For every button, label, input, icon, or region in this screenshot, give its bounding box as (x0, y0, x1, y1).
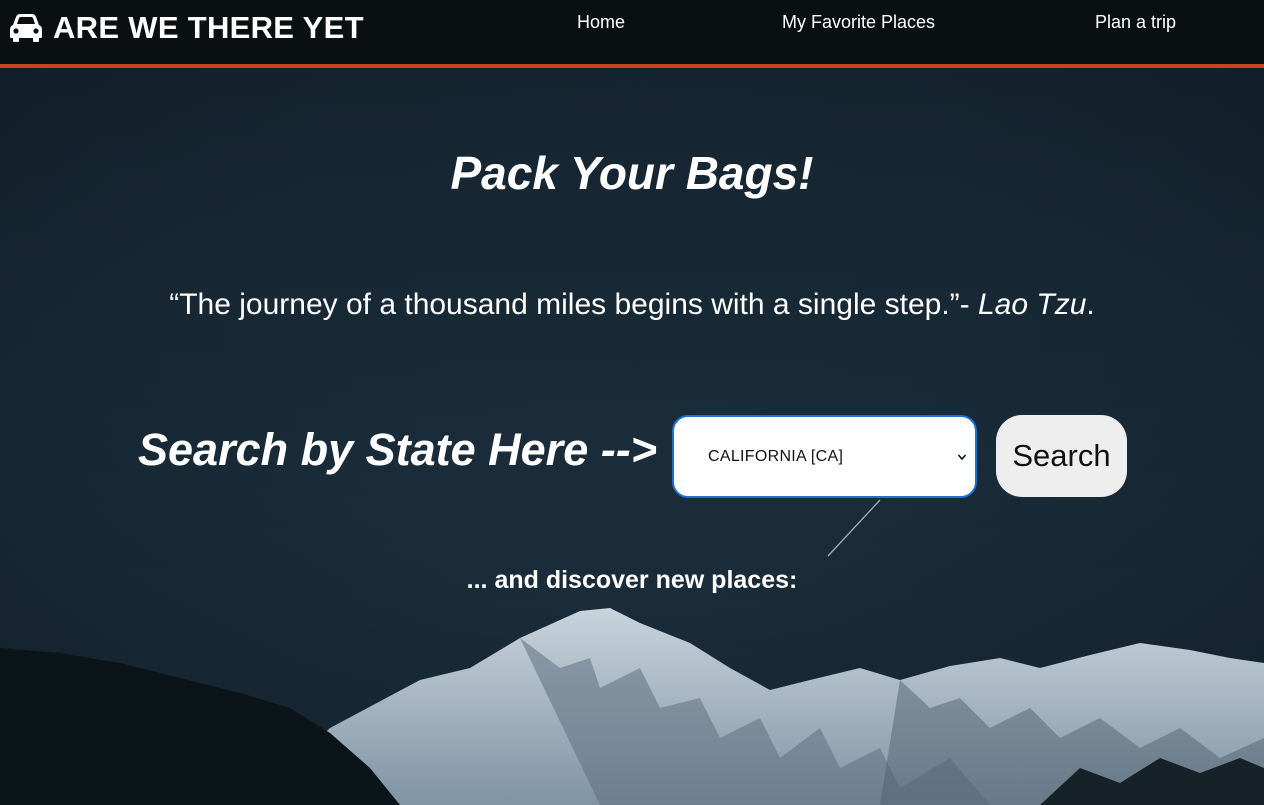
brand-link[interactable]: ARE WE THERE YET (9, 8, 364, 48)
discover-text: ... and discover new places: (466, 566, 798, 594)
page: ARE WE THERE YET Home My Favorite Places… (0, 0, 1264, 805)
quote-end: . (1086, 288, 1095, 321)
search-button[interactable]: Search (996, 415, 1127, 497)
quote-author: Lao Tzu (978, 288, 1087, 321)
nav-favorites-link[interactable]: My Favorite Places (782, 12, 935, 33)
hero-section: Pack Your Bags! “The journey of a thousa… (0, 68, 1264, 805)
navbar: ARE WE THERE YET Home My Favorite Places… (0, 0, 1264, 68)
brand-title: ARE WE THERE YET (53, 10, 364, 45)
state-select[interactable]: CALIFORNIA [CA] (672, 415, 977, 498)
state-select-value: CALIFORNIA [CA] (708, 447, 844, 465)
nav-home-link[interactable]: Home (577, 12, 625, 33)
quote: “The journey of a thousand miles begins … (0, 288, 1264, 322)
page-title: Pack Your Bags! (450, 147, 814, 199)
search-label: Search by State Here --> (138, 424, 657, 475)
chevron-down-icon (957, 453, 967, 460)
car-icon (10, 14, 42, 42)
nav-plan-trip-link[interactable]: Plan a trip (1095, 12, 1176, 33)
quote-text: “The journey of a thousand miles begins … (169, 288, 970, 321)
